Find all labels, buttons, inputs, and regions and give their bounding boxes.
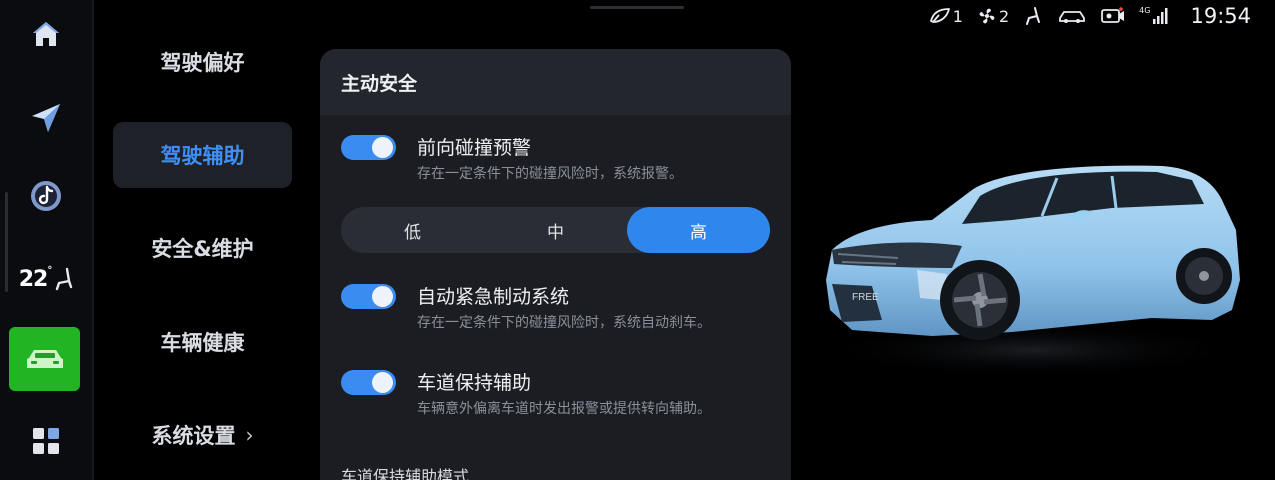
option-description: 车辆意外偏离车道时发出报警或提供转向辅助。 <box>417 401 711 417</box>
menu-item-safety-maintenance[interactable]: 安全&维护 <box>113 215 292 281</box>
option-title: 自动紧急制动系统 <box>417 286 570 308</box>
signal-status: 4G <box>1139 5 1168 24</box>
music-button[interactable] <box>0 176 92 216</box>
home-icon <box>33 22 59 46</box>
car-icon <box>26 350 63 368</box>
dashcam-icon[interactable] <box>1101 7 1125 25</box>
option-title: 前向碰撞预警 <box>417 137 532 159</box>
menu-item-driving-assist[interactable]: 驾驶辅助 <box>113 122 292 188</box>
menu-label: 系统设置 <box>151 424 236 448</box>
clock: 19:54 <box>1190 4 1251 28</box>
sensitivity-low[interactable]: 低 <box>341 207 484 253</box>
option-lane-keeping-assist: 车道保持辅助 车辆意外偏离车道时发出报警或提供转向辅助。 <box>341 368 781 418</box>
seat-heat-level: 1 <box>952 6 963 26</box>
menu-label: 驾驶偏好 <box>160 51 245 75</box>
chevron-right-icon: › <box>245 423 254 447</box>
temperature-value: 22° <box>18 264 53 292</box>
signal-strength-icon <box>1153 8 1168 24</box>
vehicle-image: FREE <box>822 165 1242 378</box>
sensitivity-high[interactable]: 高 <box>627 207 770 253</box>
menu-label: 车辆健康 <box>160 331 245 355</box>
left-rail <box>0 0 92 480</box>
status-bar: 1 2 4G 19:54 <box>929 0 1251 32</box>
top-drag-handle[interactable] <box>590 6 684 9</box>
apps-button[interactable] <box>0 424 92 458</box>
seat-heat-status[interactable]: 1 <box>929 7 963 26</box>
sensitivity-segmented-control: 低 中 高 <box>341 207 770 253</box>
fan-status[interactable]: 2 <box>977 6 1009 26</box>
menu-item-vehicle-health[interactable]: 车辆健康 <box>113 309 292 375</box>
navigation-button[interactable] <box>0 98 92 138</box>
seat-ventilation-icon[interactable] <box>1023 6 1043 26</box>
climate-temperature-button[interactable]: 22° <box>0 262 92 296</box>
menu-label: 安全&维护 <box>151 237 254 261</box>
forward-collision-toggle[interactable] <box>341 135 396 160</box>
lane-keeping-mode-label: 车道保持辅助模式 <box>341 467 470 480</box>
active-safety-panel: 主动安全 前向碰撞预警 存在一定条件下的碰撞风险时，系统报警。 低 中 高 自动… <box>320 49 791 480</box>
car-badge: FREE <box>852 292 879 303</box>
option-description: 存在一定条件下的碰撞风险时，系统报警。 <box>417 166 683 182</box>
option-title: 车道保持辅助 <box>417 372 532 394</box>
panel-title: 主动安全 <box>320 49 791 115</box>
option-automatic-emergency-braking: 自动紧急制动系统 存在一定条件下的碰撞风险时，系统自动刹车。 <box>341 282 781 332</box>
apps-grid-icon <box>33 428 59 454</box>
seat-icon <box>56 267 73 291</box>
home-button[interactable] <box>0 14 92 54</box>
navigation-icon <box>32 104 60 132</box>
sensitivity-medium[interactable]: 中 <box>484 207 627 253</box>
menu-item-driving-preference[interactable]: 驾驶偏好 <box>113 29 292 95</box>
menu-item-system-settings[interactable]: 系统设置 › <box>113 402 292 468</box>
fan-level: 2 <box>998 6 1010 26</box>
emergency-braking-toggle[interactable] <box>341 284 396 309</box>
toggle-knob <box>372 137 393 158</box>
option-description: 存在一定条件下的碰撞风险时，系统自动刹车。 <box>417 315 711 331</box>
option-forward-collision-warning: 前向碰撞预警 存在一定条件下的碰撞风险时，系统报警。 <box>341 133 781 183</box>
seat-heat-icon <box>929 8 950 23</box>
car-settings-button[interactable] <box>9 327 80 391</box>
menu-label: 驾驶辅助 <box>160 144 245 168</box>
lane-keeping-toggle[interactable] <box>341 370 396 395</box>
car-link-icon[interactable] <box>1057 8 1087 24</box>
toggle-knob <box>372 286 393 307</box>
toggle-knob <box>372 372 393 393</box>
fan-icon <box>979 8 995 24</box>
rail-divider <box>92 0 94 480</box>
network-type: 4G <box>1139 5 1151 15</box>
music-icon <box>31 181 61 211</box>
